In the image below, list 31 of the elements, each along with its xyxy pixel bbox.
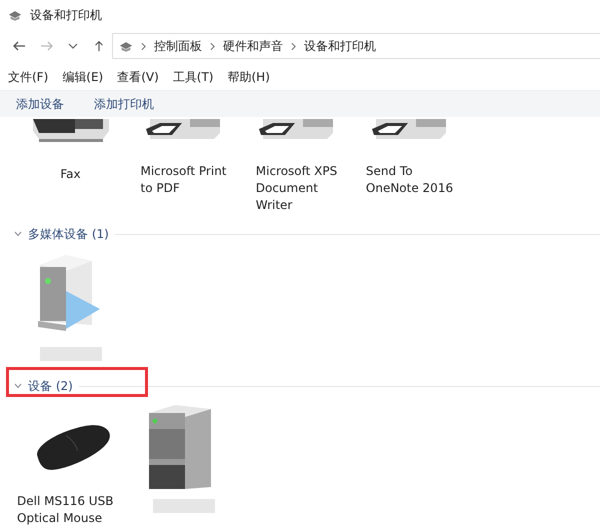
device-label: Microsoft Print to PDF <box>140 163 227 197</box>
back-arrow-icon[interactable] <box>12 40 26 52</box>
toolbar-button[interactable]: 添加设备 <box>10 94 70 114</box>
breadcrumb-item[interactable]: 控制面板 <box>154 38 202 54</box>
device-label: Microsoft XPS Document Writer <box>256 163 338 214</box>
address-bar[interactable]: 控制面板 硬件和声音 设备和打印机 <box>112 33 600 59</box>
device-label: Dell MS116 USB Optical Mouse <box>17 493 114 527</box>
breadcrumb-item[interactable]: 硬件和声音 <box>223 38 283 54</box>
menu-item[interactable]: 编辑(E) <box>62 68 104 86</box>
blurred-label <box>40 347 102 361</box>
group-heading[interactable]: 设备 (2) <box>28 378 73 394</box>
menu-item[interactable]: 帮助(H) <box>228 68 270 86</box>
blurred-label <box>152 499 214 513</box>
control-panel-icon <box>119 40 133 52</box>
chevron-right-icon <box>210 42 215 50</box>
chevron-down-icon[interactable] <box>68 43 78 49</box>
chevron-icon[interactable] <box>14 383 22 389</box>
device-label: Send To OneNote 2016 <box>366 163 454 197</box>
toolbar-button[interactable]: 添加打印机 <box>88 94 160 114</box>
menu-item[interactable]: 工具(T) <box>172 68 214 86</box>
up-arrow-icon[interactable] <box>92 40 106 52</box>
group-heading[interactable]: 多媒体设备 (1) <box>28 226 109 242</box>
window-title: 设备和打印机 <box>30 6 102 24</box>
chevron-icon[interactable] <box>14 231 22 237</box>
menu-item[interactable]: 查看(V) <box>117 68 159 86</box>
chevron-right-icon <box>291 42 296 50</box>
device-label: Fax <box>60 166 81 183</box>
breadcrumb-item[interactable]: 设备和打印机 <box>304 38 376 54</box>
chevron-right-icon <box>141 42 146 50</box>
control-panel-icon <box>8 8 22 22</box>
menu-item[interactable]: 文件(F) <box>8 68 48 86</box>
